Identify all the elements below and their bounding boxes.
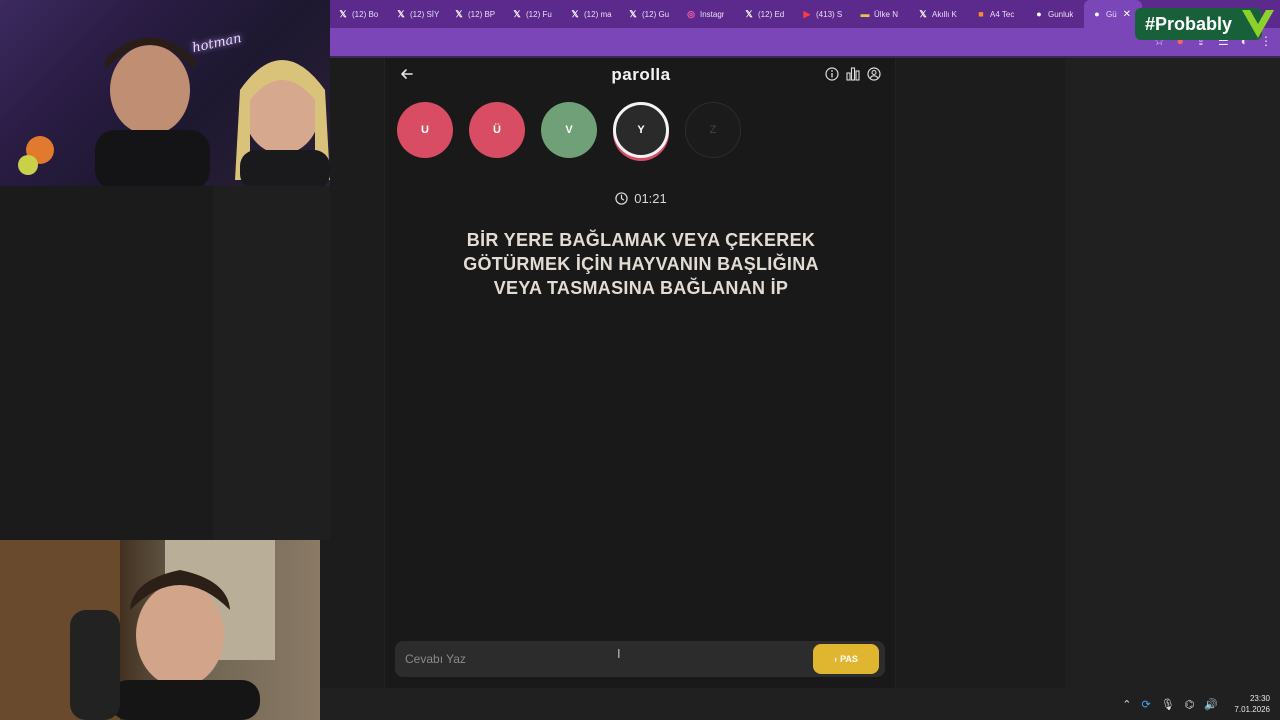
streamers-illustration (18, 37, 330, 186)
taskbar-clock[interactable]: 23:30 7.01.2026 (1234, 693, 1270, 715)
letter-circle-wrong: U (397, 102, 453, 158)
probably-logo-icon (1242, 10, 1274, 38)
chevron-right-icon: › (834, 654, 838, 664)
globe-icon: ● (1094, 9, 1100, 19)
pass-label: PAS (840, 654, 858, 664)
answer-input[interactable] (405, 651, 795, 667)
page-title: parolla (611, 65, 671, 84)
screen: 𝕏 (12) Bo 𝕏 (12) SİY 𝕏 (12) BP 𝕏 (12) Fu 𝕏 (1… (0, 0, 1280, 720)
clock-time: 23:30 (1249, 694, 1270, 703)
clock-date: 7.01.2026 (1234, 705, 1270, 714)
letter-circle-wrong: Ü (469, 102, 525, 158)
browser-tab[interactable]: ◎ Instagr (678, 0, 736, 28)
wifi-icon[interactable]: ⌬ (1185, 698, 1195, 711)
close-tab-icon[interactable]: ✕ (1123, 9, 1131, 20)
stats-icon[interactable] (846, 67, 860, 81)
timer: 01:21 (385, 191, 897, 206)
user-icon[interactable] (867, 67, 881, 81)
browser-tab[interactable]: 𝕏 (12) Ed (736, 0, 794, 28)
browser-tab[interactable]: 𝕏 (12) ma (562, 0, 620, 28)
text-cursor-icon: I (617, 646, 621, 661)
streamer-illustration (0, 540, 275, 720)
youtube-icon: ▶ (803, 9, 811, 19)
globe-icon: ● (1036, 9, 1042, 19)
x-logo-icon: 𝕏 (571, 9, 579, 19)
browser-tab[interactable]: 𝕏 (12) BP (446, 0, 504, 28)
question-line: BİR YERE BAĞLAMAK VEYA ÇEKEREK (466, 230, 816, 250)
webcam-top: hotman (0, 0, 330, 186)
browser-tab-active[interactable]: ● Gü ✕ (1084, 0, 1142, 28)
speaker-icon[interactable]: 🔊 (1204, 698, 1218, 711)
letter-circle-pending: Z (685, 102, 741, 158)
system-tray: ⌃ ⟳ 🎙 ⌬ 🔊 (1122, 698, 1218, 711)
hb-icon: ■ (978, 9, 984, 19)
taskbar: ⌃ ⟳ 🎙 ⌬ 🔊 23:30 7.01.2026 (320, 688, 1280, 720)
browser-tab[interactable]: ▶ (413) S (794, 0, 852, 28)
browser-tab[interactable]: 𝕏 (12) SİY (388, 0, 446, 28)
clock-icon (615, 192, 628, 205)
x-logo-icon: 𝕏 (339, 9, 347, 19)
chevron-up-icon[interactable]: ⌃ (1122, 698, 1131, 711)
question-text: BİR YERE BAĞLAMAK VEYA ÇEKEREK GÖTÜRMEK … (425, 228, 857, 300)
browser-tab[interactable]: 𝕏 Akıllı K (910, 0, 968, 28)
x-logo-icon: 𝕏 (455, 9, 463, 19)
left-strip (213, 186, 330, 540)
browser-tab[interactable]: ● Gunluk (1026, 0, 1084, 28)
x-logo-icon: 𝕏 (919, 9, 927, 19)
x-logo-icon: 𝕏 (745, 9, 753, 19)
browser-tab[interactable]: ▬ Ülke N (852, 0, 910, 28)
webcam-bottom (0, 540, 320, 720)
browser-tab[interactable]: ■ A4 Tec (968, 0, 1026, 28)
game-header: parolla (385, 58, 897, 92)
browser-tab[interactable]: 𝕏 (12) Bo (330, 0, 388, 28)
x-logo-icon: 𝕏 (513, 9, 521, 19)
browser-tab[interactable]: 𝕏 (12) Gu (620, 0, 678, 28)
microphone-icon[interactable]: 🎙 (1161, 698, 1175, 711)
folder-icon: ▬ (860, 9, 870, 19)
pass-button[interactable]: › PAS (813, 644, 879, 674)
question-line: GÖTÜRMEK İÇİN HAYVANIN BAŞLIĞINA (463, 254, 819, 274)
x-logo-icon: 𝕏 (629, 9, 637, 19)
letter-circle-current: Y (613, 102, 669, 158)
x-logo-icon: 𝕏 (397, 9, 405, 19)
answer-bar: › PAS (395, 641, 885, 677)
browser-tab[interactable]: 𝕏 (12) Fu (504, 0, 562, 28)
right-panel (1065, 58, 1280, 688)
info-icon[interactable] (825, 67, 839, 81)
instagram-icon: ◎ (687, 9, 695, 19)
question-line: VEYA TASMASINA BAĞLANAN İP (493, 278, 789, 298)
timer-value: 01:21 (634, 191, 667, 206)
letter-circles: U Ü V Y Z (397, 102, 741, 162)
sync-icon[interactable]: ⟳ (1142, 698, 1151, 711)
letter-circle-correct: V (541, 102, 597, 158)
game-panel: parolla U Ü V Y Z 01:21 BİR YERE BAĞLAMA… (384, 58, 896, 688)
